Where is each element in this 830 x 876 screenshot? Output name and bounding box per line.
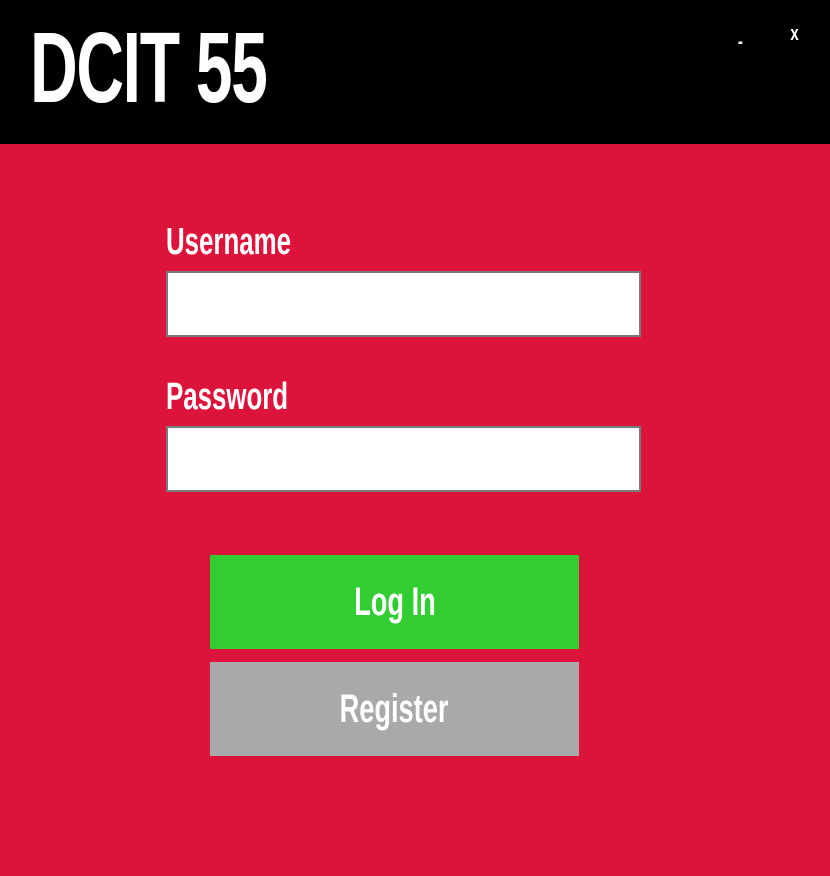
password-label: Password	[166, 376, 289, 418]
minimize-button[interactable]: -	[738, 30, 743, 54]
username-input[interactable]	[166, 271, 641, 337]
register-button[interactable]: Register	[210, 662, 579, 756]
username-label: Username	[166, 221, 291, 263]
login-button-label: Log In	[353, 579, 436, 624]
register-button-label: Register	[340, 686, 449, 731]
title-bar: DCIT 55 - x	[0, 0, 830, 144]
app-title: DCIT 55	[30, 12, 268, 124]
password-input[interactable]	[166, 426, 641, 492]
close-button[interactable]: x	[790, 22, 798, 46]
login-button[interactable]: Log In	[210, 555, 579, 649]
